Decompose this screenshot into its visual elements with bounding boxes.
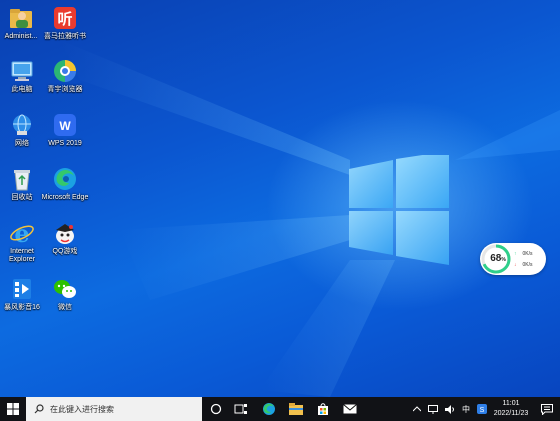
desktop-icon-qiyu-browser[interactable]: 青宇浏览器 (40, 58, 90, 94)
cortana-button[interactable] (205, 397, 227, 421)
baofeng-icon (13, 279, 31, 299)
task-view-icon (234, 404, 247, 414)
upload-arrow-icon: ↑ (514, 251, 517, 257)
tray-input-method[interactable]: S (475, 397, 489, 421)
usage-percent-sign: % (501, 257, 506, 263)
network-tray-icon (428, 404, 438, 414)
desktop-icon-wechat[interactable]: 微信 (40, 276, 90, 312)
edge-icon (54, 168, 76, 190)
clock-time: 11:01 (502, 400, 520, 407)
cortana-icon (210, 403, 222, 415)
desktop-icon-label: 喜马拉雅听书 (44, 33, 86, 40)
desktop-icon-label: QQ游戏 (52, 248, 78, 255)
svg-text:听: 听 (57, 10, 72, 28)
desktop-icon-label: WPS 2019 (48, 140, 82, 147)
upload-speed: 0K/s (522, 251, 533, 257)
qiyu-browser-icon (54, 60, 76, 82)
desktop-icon-label: Microsoft Edge (41, 194, 89, 201)
desktop: Administ... 此电脑 网络 回收站 e Internet Explor… (0, 0, 560, 397)
windows-start-icon (7, 403, 19, 415)
wallpaper-windows-logo (349, 155, 449, 265)
file-explorer-icon (289, 403, 303, 415)
clock-date: 2022/11/23 (493, 410, 529, 417)
taskbar-clock[interactable]: 11:01 2022/11/23 (490, 399, 532, 419)
this-pc-icon (11, 61, 33, 81)
tray-volume[interactable] (443, 397, 457, 421)
ime-icon: 中 (462, 404, 470, 414)
tray-network[interactable] (426, 397, 440, 421)
wechat-icon (54, 280, 76, 298)
volume-icon (445, 404, 454, 414)
taskbar: 在此键入进行搜索 中 S 11:01 2022/11/23 (0, 397, 560, 421)
desktop-icon-ximalaya[interactable]: 听 喜马拉雅听书 (40, 5, 90, 41)
qq-game-icon (56, 224, 74, 244)
desktop-icon-wps[interactable]: W WPS 2019 (40, 112, 90, 148)
taskbar-mail[interactable] (338, 397, 362, 421)
desktop-icon-label: 微信 (58, 304, 72, 311)
wps-icon: W (54, 114, 76, 136)
tray-ime[interactable]: 中 (459, 397, 473, 421)
mail-icon (343, 404, 357, 414)
net-speed-widget[interactable]: 68% ↑ 0K/s ↓ 0K/s (480, 243, 546, 275)
upload-row: ↑ 0K/s (514, 251, 533, 257)
ie-icon: e (10, 220, 34, 246)
desktop-icon-label: 青宇浏览器 (47, 86, 83, 93)
input-method-icon: S (477, 404, 487, 414)
taskbar-edge[interactable] (257, 397, 281, 421)
taskbar-store[interactable] (311, 397, 335, 421)
taskbar-search-box[interactable]: 在此键入进行搜索 (26, 397, 202, 421)
task-view-button[interactable] (230, 397, 252, 421)
edge-icon (263, 403, 275, 415)
taskbar-file-explorer[interactable] (284, 397, 308, 421)
download-speed: 0K/s (522, 262, 533, 268)
tray-chevron[interactable] (410, 397, 424, 421)
usage-percent: 68% (485, 253, 511, 264)
search-placeholder: 在此键入进行搜索 (50, 404, 114, 414)
search-icon (34, 404, 44, 414)
notification-icon (541, 403, 553, 415)
desktop-icon-edge[interactable]: Microsoft Edge (40, 166, 90, 202)
start-button[interactable] (0, 397, 26, 421)
network-icon (13, 114, 31, 135)
administrator-folder-icon (10, 9, 32, 28)
tray-chevron-icon (413, 406, 421, 412)
download-arrow-icon: ↓ (514, 262, 517, 268)
recycle-bin-icon (14, 170, 30, 191)
ximalaya-icon: 听 (54, 7, 76, 29)
svg-text:S: S (480, 407, 485, 414)
usage-percent-value: 68 (490, 253, 502, 264)
desktop-icon-qq-game[interactable]: QQ游戏 (40, 220, 90, 256)
notification-center-button[interactable] (536, 397, 558, 421)
svg-text:e: e (14, 220, 29, 246)
download-row: ↓ 0K/s (514, 262, 533, 268)
store-icon (318, 403, 328, 415)
svg-text:W: W (59, 119, 71, 133)
